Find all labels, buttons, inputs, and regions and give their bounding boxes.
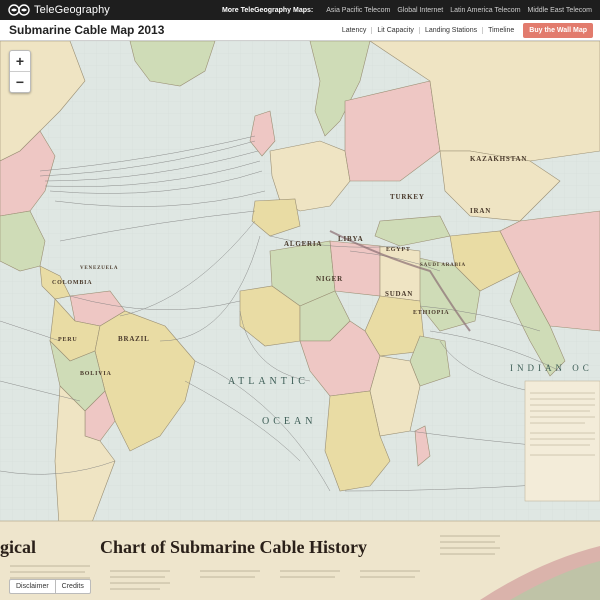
ocean-label-atlantic: ATLANTIC [228,376,309,387]
nav-latency[interactable]: Latency [337,27,372,34]
more-maps-label: More TeleGeography Maps: [221,6,314,14]
buy-wall-map-button[interactable]: Buy the Wall Map [523,22,593,38]
top-bar: TeleGeography More TeleGeography Maps: A… [0,0,600,20]
nav-landing-stations[interactable]: Landing Stations [418,26,482,34]
link-asia-pacific-telecom[interactable]: Asia Pacific Telecom [326,7,390,14]
page-title: Submarine Cable Map 2013 [9,23,165,37]
country-label-egypt: EGYPT [386,247,411,253]
link-middle-east-telecom[interactable]: Middle East Telecom [528,7,592,14]
land-libya [329,240,381,297]
chart-title-main: Chart of Submarine Cable History [100,537,367,557]
country-label-libya: LIBYA [338,235,364,243]
link-latin-america-telecom[interactable]: Latin America Telecom [450,7,520,14]
country-label-colombia: COLOMBIA [52,280,92,286]
disclaimer-button[interactable]: Disclaimer [9,579,56,594]
zoom-controls: + − [9,50,31,93]
title-bar: Submarine Cable Map 2013 Latency Lit Cap… [0,20,600,41]
more-maps-nav: More TeleGeography Maps: Asia Pacific Te… [222,7,592,14]
nav-timeline[interactable]: Timeline [482,26,519,34]
ocean-label-indian: INDIAN OC [510,363,593,373]
country-label-sudan: SUDAN [385,290,413,298]
country-label-algeria: ALGERIA [284,240,322,248]
ocean-label-ocean: OCEAN [262,416,316,427]
country-label-kazakhstan: KAZAKHSTAN [470,155,527,163]
zoom-out-button[interactable]: − [10,71,30,92]
bottom-bar: Disclaimer Credits [9,579,91,594]
brand-name: TeleGeography [34,4,110,16]
country-label-peru: PERU [58,337,78,343]
map-canvas[interactable]: ATLANTIC OCEAN INDIAN OC ALGERIA LIBYA E… [0,41,600,600]
country-label-venezuela: VENEZUELA [80,266,118,271]
country-label-turkey: TURKEY [390,193,425,201]
credits-button[interactable]: Credits [55,579,91,594]
chart-title-left: gical [0,537,36,557]
brand-logo[interactable]: TeleGeography [8,4,110,16]
country-label-niger: NIGER [316,275,343,283]
telegeography-logo-icon [8,4,30,16]
nav-lit-capacity[interactable]: Lit Capacity [371,26,419,34]
map-nav: Latency Lit Capacity Landing Stations Ti… [337,26,519,34]
country-label-ethiopia: ETHIOPIA [413,310,449,316]
zoom-in-button[interactable]: + [10,51,30,71]
link-global-internet[interactable]: Global Internet [397,7,443,14]
map-svg: ATLANTIC OCEAN INDIAN OC ALGERIA LIBYA E… [0,41,600,600]
country-label-brazil: BRAZIL [118,335,150,343]
country-label-iran: IRAN [470,207,491,215]
country-label-bolivia: BOLIVIA [80,371,112,377]
country-label-saudi-arabia: SAUDI ARABIA [420,263,466,268]
